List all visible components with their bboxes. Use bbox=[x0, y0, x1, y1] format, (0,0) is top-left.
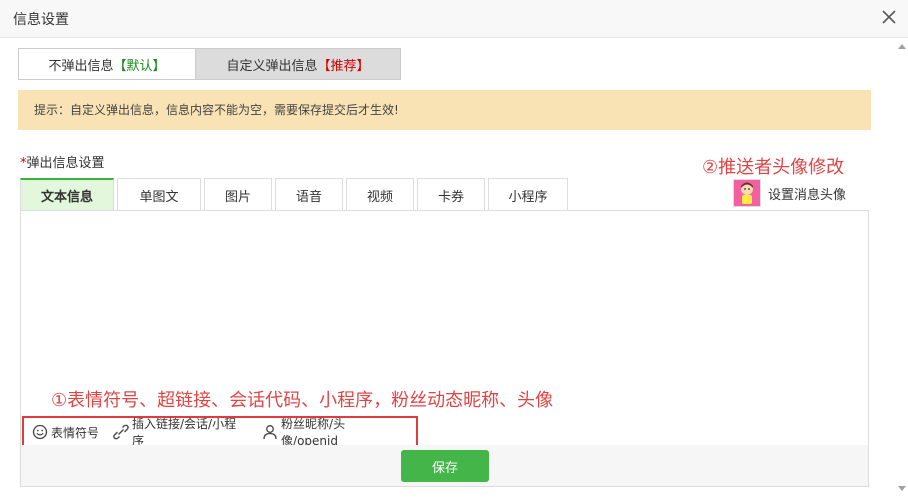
tab-video[interactable]: 视频 bbox=[346, 178, 414, 211]
tab-single-article[interactable]: 单图文 bbox=[117, 178, 201, 211]
tip-banner: 提示：自定义弹出信息，信息内容不能为空，需要保存提交后才生效! bbox=[18, 90, 871, 130]
recommended-tag: 【推荐】 bbox=[317, 58, 370, 74]
tab-label: 图片 bbox=[224, 189, 251, 205]
tab-label: 视频 bbox=[366, 189, 393, 205]
dialog-title: 信息设置 bbox=[13, 12, 69, 28]
cartoon-avatar-icon bbox=[741, 182, 753, 204]
emoji-label: 表情符号 bbox=[51, 425, 100, 440]
annotation-toolbar-note: ①表情符号、超链接、会话代码、小程序，粉丝动态昵称、头像 bbox=[51, 390, 554, 411]
close-icon[interactable] bbox=[880, 8, 898, 26]
insert-link-button[interactable]: 插入链接/会话/小程序 bbox=[113, 415, 248, 449]
custom-popup-label: 自定义弹出信息 bbox=[226, 58, 318, 74]
set-message-avatar[interactable]: 设置消息头像 bbox=[733, 178, 846, 208]
dialog-titlebar: 信息设置 bbox=[0, 0, 908, 38]
link-icon bbox=[113, 424, 129, 440]
user-icon bbox=[263, 425, 277, 440]
tab-label: 语音 bbox=[295, 189, 322, 205]
fans-nickname-label: 粉丝昵称/头像/openid bbox=[281, 417, 346, 448]
tab-voice[interactable]: 语音 bbox=[275, 178, 343, 211]
tab-text[interactable]: 文本信息 bbox=[20, 178, 114, 211]
custom-popup-option[interactable]: 自定义弹出信息 【推荐】 bbox=[196, 48, 401, 80]
message-type-tabs: 文本信息 单图文 图片 语音 视频 卡券 小程序 bbox=[20, 178, 571, 211]
annotation-avatar-note: ②推送者头像修改 bbox=[702, 157, 845, 178]
popup-field-label: *弹出信息设置 bbox=[20, 152, 105, 171]
save-button[interactable]: 保存 bbox=[401, 450, 489, 482]
scroll-down-arrow[interactable] bbox=[898, 486, 906, 491]
tab-label: 小程序 bbox=[508, 189, 548, 205]
tab-image[interactable]: 图片 bbox=[204, 178, 272, 211]
field-label-text: 弹出信息设置 bbox=[26, 156, 105, 171]
avatar-label: 设置消息头像 bbox=[768, 187, 847, 203]
tab-mini-program[interactable]: 小程序 bbox=[488, 178, 568, 211]
fans-nickname-button[interactable]: 粉丝昵称/头像/openid bbox=[262, 415, 402, 449]
emoji-button[interactable]: 表情符号 bbox=[32, 424, 99, 441]
tab-label: 卡券 bbox=[437, 189, 464, 205]
insert-link-label: 插入链接/会话/小程序 bbox=[132, 417, 237, 448]
tab-label: 文本信息 bbox=[40, 190, 93, 205]
tab-label: 单图文 bbox=[139, 189, 179, 205]
editor-toolbar: 表情符号 插入链接/会话/小程序 粉丝昵称/头像/openid bbox=[22, 416, 418, 448]
scroll-up-arrow[interactable] bbox=[898, 44, 906, 49]
tab-coupon[interactable]: 卡券 bbox=[417, 178, 485, 211]
smiley-icon bbox=[32, 424, 48, 440]
popup-mode-toggle: 不弹出信息 【默认】 自定义弹出信息 【推荐】 bbox=[18, 48, 401, 80]
no-popup-option[interactable]: 不弹出信息 【默认】 bbox=[18, 48, 196, 80]
avatar bbox=[733, 179, 761, 207]
default-tag: 【默认】 bbox=[113, 58, 166, 74]
no-popup-label: 不弹出信息 bbox=[48, 58, 114, 74]
